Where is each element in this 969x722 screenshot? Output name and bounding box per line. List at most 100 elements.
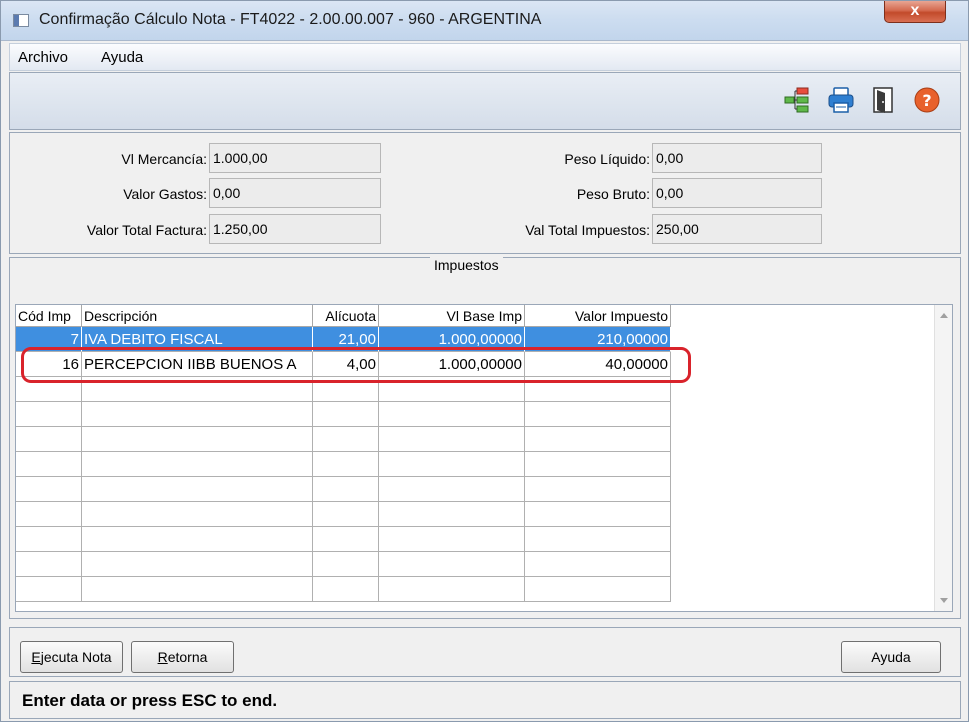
col-vl-base-imp[interactable]: Vl Base Imp	[379, 305, 525, 327]
scroll-up-icon[interactable]	[940, 313, 948, 318]
empty-cell	[525, 477, 671, 502]
peso-liquido-field: 0,00	[652, 143, 822, 173]
empty-cell	[82, 477, 313, 502]
cell-cod-imp: 16	[16, 352, 82, 377]
empty-cell	[379, 577, 525, 602]
empty-cell	[525, 502, 671, 527]
col-alicuota[interactable]: Alícuota	[313, 305, 379, 327]
peso-bruto-field: 0,00	[652, 178, 822, 208]
ejecuta-nota-label: jecuta Nota	[40, 649, 112, 665]
cell-vl-base-imp: 1.000,00000	[379, 327, 525, 352]
empty-row[interactable]	[16, 477, 672, 502]
retorna-label: etorna	[167, 649, 208, 665]
empty-cell	[82, 527, 313, 552]
cell-vl-base-imp: 1.000,00000	[379, 352, 525, 377]
empty-row[interactable]	[16, 502, 672, 527]
empty-cell	[313, 377, 379, 402]
status-text: Enter data or press ESC to end.	[22, 691, 278, 710]
empty-cell	[16, 377, 82, 402]
cell-valor-impuesto: 210,00000	[525, 327, 671, 352]
empty-cell	[16, 552, 82, 577]
empty-cell	[313, 427, 379, 452]
empty-cell	[82, 552, 313, 577]
empty-row[interactable]	[16, 377, 672, 402]
empty-cell	[82, 577, 313, 602]
taxes-grid[interactable]: Cód Imp Descripción Alícuota Vl Base Imp…	[15, 304, 953, 612]
vl-mercancia-field: 1.000,00	[209, 143, 381, 173]
tree-structure-icon[interactable]	[783, 85, 811, 115]
ejecuta-nota-mnemonic: E	[31, 649, 41, 665]
valor-gastos-label: Valor Gastos:	[123, 186, 207, 202]
val-total-impuestos-label: Val Total Impuestos:	[525, 222, 650, 238]
empty-cell	[313, 577, 379, 602]
empty-cell	[525, 377, 671, 402]
app-window: Confirmação Cálculo Nota - FT4022 - 2.00…	[0, 0, 969, 722]
empty-cell	[379, 452, 525, 477]
cell-descripcion: IVA DEBITO FISCAL	[82, 327, 313, 352]
empty-row[interactable]	[16, 577, 672, 602]
scroll-down-icon[interactable]	[940, 598, 948, 603]
empty-row[interactable]	[16, 527, 672, 552]
window-title: Confirmação Cálculo Nota - FT4022 - 2.00…	[39, 11, 542, 28]
empty-cell	[525, 402, 671, 427]
empty-cell	[82, 502, 313, 527]
empty-cell	[525, 552, 671, 577]
svg-text:?: ?	[922, 91, 931, 110]
menu-bar: Archivo Ayuda	[9, 43, 961, 71]
empty-cell	[16, 502, 82, 527]
ejecuta-nota-button[interactable]: Ejecuta Nota	[20, 641, 123, 673]
taxes-group: Impuestos Cód Imp Descripción Alícuota V…	[9, 257, 961, 619]
cell-valor-impuesto: 40,00000	[525, 352, 671, 377]
empty-cell	[82, 377, 313, 402]
empty-cell	[379, 402, 525, 427]
help-icon[interactable]: ?	[913, 85, 941, 115]
empty-cell	[313, 452, 379, 477]
empty-cell	[525, 527, 671, 552]
vertical-scrollbar[interactable]	[934, 305, 952, 611]
col-descripcion[interactable]: Descripción	[82, 305, 313, 327]
empty-cell	[16, 477, 82, 502]
empty-cell	[82, 402, 313, 427]
retorna-button[interactable]: Retorna	[131, 641, 234, 673]
table-row[interactable]: 7 IVA DEBITO FISCAL 21,00 1.000,00000 21…	[16, 327, 672, 352]
valor-total-factura-field: 1.250,00	[209, 214, 381, 244]
empty-row[interactable]	[16, 452, 672, 477]
cell-alicuota: 4,00	[313, 352, 379, 377]
empty-cell	[525, 452, 671, 477]
empty-cell	[379, 552, 525, 577]
empty-cell	[16, 452, 82, 477]
empty-row[interactable]	[16, 552, 672, 577]
empty-cell	[379, 527, 525, 552]
col-cod-imp[interactable]: Cód Imp	[16, 305, 82, 327]
empty-cell	[379, 502, 525, 527]
close-button[interactable]: x	[884, 1, 946, 23]
grid-header: Cód Imp Descripción Alícuota Vl Base Imp…	[16, 305, 672, 327]
col-valor-impuesto[interactable]: Valor Impuesto	[525, 305, 671, 327]
totals-panel: Vl Mercancía: 1.000,00 Valor Gastos: 0,0…	[9, 132, 961, 254]
empty-cell	[313, 552, 379, 577]
menu-archivo[interactable]: Archivo	[18, 49, 68, 66]
empty-cell	[379, 477, 525, 502]
valor-total-factura-label: Valor Total Factura:	[86, 222, 207, 238]
cell-descripcion: PERCEPCION IIBB BUENOS A	[82, 352, 313, 377]
ayuda-button[interactable]: Ayuda	[841, 641, 941, 673]
empty-cell	[16, 577, 82, 602]
empty-cell	[313, 402, 379, 427]
table-row[interactable]: 16 PERCEPCION IIBB BUENOS A 4,00 1.000,0…	[16, 352, 672, 377]
exit-door-icon[interactable]	[869, 85, 897, 115]
empty-cell	[16, 402, 82, 427]
empty-cell	[313, 502, 379, 527]
cell-cod-imp: 7	[16, 327, 82, 352]
valor-gastos-field: 0,00	[209, 178, 381, 208]
empty-cell	[525, 577, 671, 602]
empty-cell	[313, 477, 379, 502]
title-bar: Confirmação Cálculo Nota - FT4022 - 2.00…	[1, 1, 968, 41]
empty-row[interactable]	[16, 427, 672, 452]
toolbar: ?	[9, 72, 961, 130]
empty-row[interactable]	[16, 402, 672, 427]
status-bar: Enter data or press ESC to end.	[9, 681, 961, 719]
peso-liquido-label: Peso Líquido:	[564, 151, 650, 167]
menu-ayuda[interactable]: Ayuda	[101, 49, 143, 66]
printer-icon[interactable]	[827, 85, 855, 115]
empty-cell	[379, 377, 525, 402]
